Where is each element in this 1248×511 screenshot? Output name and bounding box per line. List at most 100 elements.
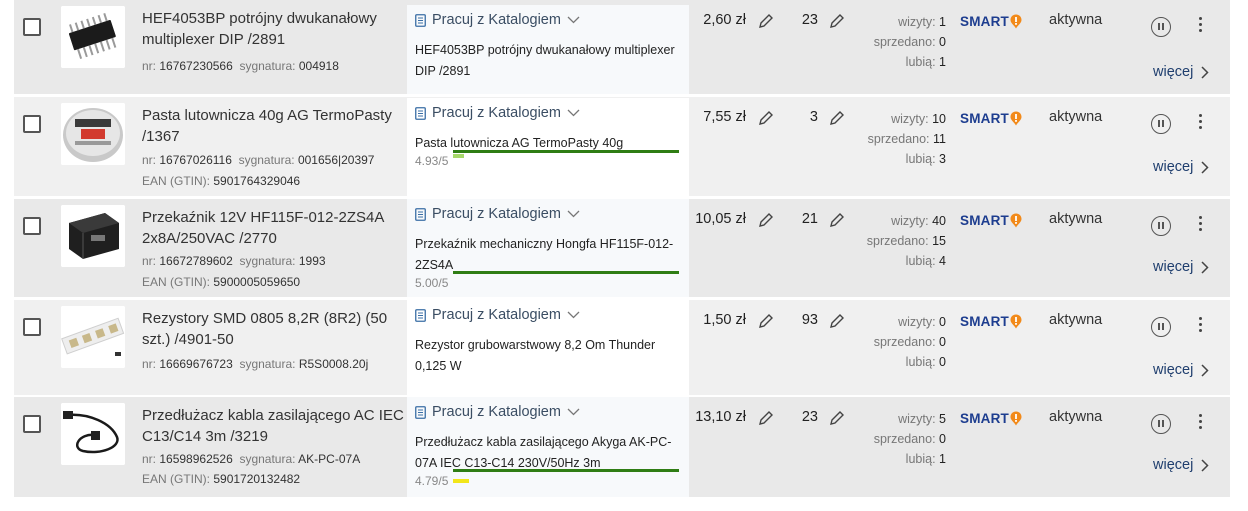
- more-link[interactable]: więcej: [1153, 457, 1209, 473]
- pause-icon[interactable]: [1151, 317, 1171, 337]
- more-options-icon[interactable]: [1199, 114, 1203, 132]
- quality-line: [453, 469, 679, 472]
- more-link[interactable]: więcej: [1153, 362, 1209, 378]
- edit-price-pencil-icon[interactable]: [758, 13, 774, 29]
- views-value: 0: [939, 315, 946, 329]
- smd-tape-image: [61, 306, 125, 368]
- product-ids: nr: 16672789602 sygnatura: 1993: [142, 254, 326, 268]
- chevron-down-icon: [567, 109, 580, 117]
- product-title[interactable]: HEF4053BP potrójny dwukanałowy multiplex…: [142, 8, 412, 50]
- chevron-right-icon: [1201, 160, 1209, 174]
- pause-icon[interactable]: [1151, 414, 1171, 434]
- pause-icon[interactable]: [1151, 216, 1171, 236]
- product-title[interactable]: Rezystory SMD 0805 8,2R (8R2) (50 szt.) …: [142, 308, 412, 350]
- more-options-icon[interactable]: [1199, 216, 1203, 234]
- product-ids: nr: 16767026116 sygnatura: 001656|20397: [142, 153, 374, 167]
- more-label: więcej: [1153, 457, 1194, 473]
- catalog-label: Pracuj z Katalogiem: [432, 307, 561, 323]
- edit-quantity-pencil-icon[interactable]: [829, 110, 845, 126]
- quality-score: 4.79/5: [415, 474, 449, 488]
- smart-label: SMART: [960, 314, 1009, 329]
- views-label: wizyty:: [898, 412, 936, 426]
- document-icon: [415, 405, 426, 419]
- more-link[interactable]: więcej: [1153, 259, 1209, 275]
- product-thumbnail[interactable]: [61, 6, 125, 68]
- catalog-label: Pracuj z Katalogiem: [432, 12, 561, 28]
- nr-label: nr:: [142, 254, 157, 268]
- status-value: aktywna: [1049, 211, 1103, 227]
- smart-label: SMART: [960, 411, 1009, 426]
- quality-score: 4.93/5: [415, 154, 449, 168]
- chevron-right-icon: [1201, 260, 1209, 274]
- catalog-dropdown[interactable]: Pracuj z Katalogiem: [415, 307, 580, 323]
- product-thumbnail[interactable]: [61, 306, 125, 368]
- more-options-icon[interactable]: [1199, 414, 1203, 432]
- signature-value: 1993: [298, 254, 326, 268]
- pause-icon[interactable]: [1151, 114, 1171, 134]
- chevron-right-icon: [1201, 363, 1209, 377]
- product-thumbnail[interactable]: [61, 205, 125, 267]
- row-select-checkbox[interactable]: [23, 18, 41, 36]
- price-value: 10,05 zł: [695, 211, 746, 227]
- product-ean: EAN (GTIN): 5901764329046: [142, 174, 300, 188]
- sold-value: 0: [939, 35, 946, 49]
- views-label: wizyty:: [891, 214, 929, 228]
- catalog-dropdown[interactable]: Pracuj z Katalogiem: [415, 12, 580, 28]
- catalog-label: Pracuj z Katalogiem: [432, 404, 561, 420]
- product-thumbnail[interactable]: [61, 403, 125, 465]
- edit-quantity-pencil-icon[interactable]: [829, 313, 845, 329]
- sold-value: 15: [932, 234, 946, 248]
- more-options-icon[interactable]: [1199, 317, 1203, 335]
- row-select-checkbox[interactable]: [23, 115, 41, 133]
- edit-price-pencil-icon[interactable]: [758, 410, 774, 426]
- catalog-cell: Pracuj z Katalogiem Pasta lutownicza AG …: [407, 98, 689, 196]
- edit-price-pencil-icon[interactable]: [758, 212, 774, 228]
- document-icon: [415, 106, 426, 120]
- chevron-down-icon: [567, 210, 580, 218]
- catalog-cell: Pracuj z Katalogiem HEF4053BP potrójny d…: [407, 5, 689, 94]
- signature-label: sygnatura:: [239, 59, 296, 73]
- product-title[interactable]: Pasta lutownicza 40g AG TermoPasty /1367: [142, 105, 412, 147]
- sold-value: 0: [939, 335, 946, 349]
- chevron-down-icon: [567, 311, 580, 319]
- row-select-checkbox[interactable]: [23, 415, 41, 433]
- row-select-checkbox[interactable]: [23, 318, 41, 336]
- smart-label: SMART: [960, 14, 1009, 29]
- table-row: Pasta lutownicza 40g AG TermoPasty /1367…: [14, 97, 1230, 196]
- catalog-dropdown[interactable]: Pracuj z Katalogiem: [415, 206, 580, 222]
- edit-quantity-pencil-icon[interactable]: [829, 410, 845, 426]
- edit-price-pencil-icon[interactable]: [758, 313, 774, 329]
- catalog-dropdown[interactable]: Pracuj z Katalogiem: [415, 105, 580, 121]
- catalog-product-name: Rezystor grubowarstwowy 8,2 Om Thunder 0…: [415, 338, 656, 373]
- product-thumbnail[interactable]: [61, 103, 125, 165]
- catalog-dropdown[interactable]: Pracuj z Katalogiem: [415, 404, 580, 420]
- more-options-icon[interactable]: [1199, 17, 1203, 35]
- status-value: aktywna: [1049, 409, 1103, 425]
- signature-value: 001656|20397: [297, 153, 375, 167]
- edit-quantity-pencil-icon[interactable]: [829, 13, 845, 29]
- views-label: wizyty:: [898, 15, 936, 29]
- price-value: 2,60 zł: [703, 12, 746, 28]
- relay-image: [61, 205, 125, 267]
- edit-price-pencil-icon[interactable]: [758, 110, 774, 126]
- more-link[interactable]: więcej: [1153, 159, 1209, 175]
- views-label: wizyty:: [898, 315, 936, 329]
- chevron-right-icon: [1201, 458, 1209, 472]
- status-value: aktywna: [1049, 109, 1103, 125]
- sold-label: sprzedano:: [867, 132, 930, 146]
- sold-label: sprzedano:: [873, 35, 936, 49]
- nr-value: 16669676723: [159, 357, 233, 371]
- pause-icon[interactable]: [1151, 17, 1171, 37]
- sold-value: 0: [939, 432, 946, 446]
- ean-value: 5901764329046: [213, 174, 301, 188]
- product-title[interactable]: Przedłużacz kabla zasilającego AC IEC C1…: [142, 405, 412, 447]
- row-select-checkbox[interactable]: [23, 217, 41, 235]
- more-link[interactable]: więcej: [1153, 64, 1209, 80]
- nr-value: 16767026116: [159, 153, 232, 167]
- table-row: Rezystory SMD 0805 8,2R (8R2) (50 szt.) …: [14, 300, 1230, 395]
- catalog-product-name: Przekaźnik mechaniczny Hongfa HF115F-012…: [415, 237, 674, 272]
- catalog-cell: Pracuj z Katalogiem Przekaźnik mechanicz…: [407, 199, 689, 297]
- edit-quantity-pencil-icon[interactable]: [829, 212, 845, 228]
- signature-label: sygnatura:: [239, 452, 296, 466]
- product-title[interactable]: Przekaźnik 12V HF115F-012-2ZS4A 2x8A/250…: [142, 207, 412, 249]
